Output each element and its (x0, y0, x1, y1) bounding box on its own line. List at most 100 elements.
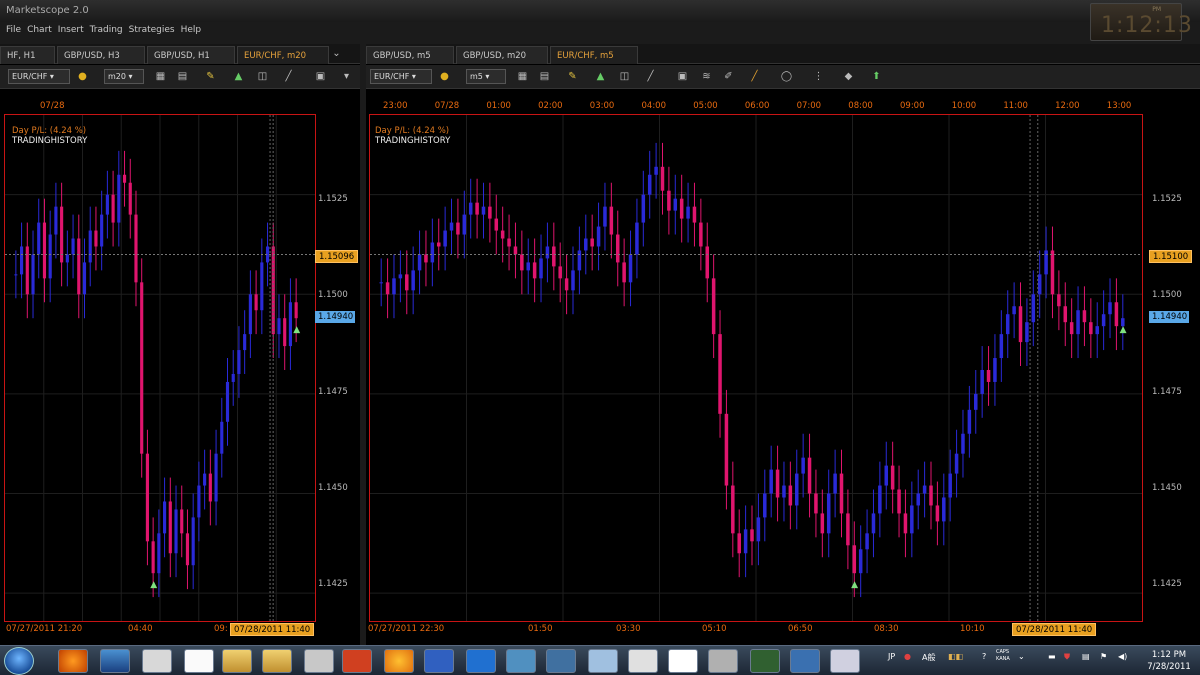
top-time-label: 09:00 (900, 101, 925, 111)
pencil-icon[interactable]: ✎ (566, 70, 579, 83)
taskbar-clock[interactable]: 1:12 PM 7/28/2011 (1140, 649, 1198, 673)
folder-icon[interactable] (222, 649, 252, 673)
trend-line-icon[interactable]: ╱ (748, 70, 761, 83)
app-icon[interactable] (628, 649, 658, 673)
menu-trading[interactable]: Trading (90, 25, 123, 35)
firefox-icon[interactable] (58, 649, 88, 673)
candle-body (922, 485, 927, 494)
zf-icon[interactable] (184, 649, 214, 673)
candle-body (436, 242, 441, 247)
tab-scroll-icon[interactable]: ⌄ (330, 47, 343, 60)
bottom-current-time-box: 07/28/2011 11:40 (1012, 623, 1097, 636)
tab-eurchf-m5[interactable]: EUR/CHF, m5 (550, 46, 638, 64)
candle-body (903, 513, 908, 534)
chart-area-left[interactable]: ▲ ▲ (4, 114, 316, 622)
indicator-icon[interactable]: ▲ (232, 70, 245, 83)
snipping-tool-icon[interactable] (588, 649, 618, 673)
ellipse-icon[interactable]: ◯ (780, 70, 793, 83)
candle-body (1069, 322, 1074, 335)
tab-hf-h1[interactable]: HF, H1 (0, 46, 55, 64)
network-icon[interactable]: ▤ (1082, 652, 1090, 661)
draw-line-icon[interactable]: ╱ (644, 70, 657, 83)
menu-strategies[interactable]: Strategies (129, 25, 175, 35)
timeframe-select[interactable]: m5 ▾ (466, 69, 506, 84)
chart-pane-right: GBP/USD, m5 GBP/USD, m20 EUR/CHF, m5 EUR… (366, 44, 1200, 645)
explorer-icon[interactable] (262, 649, 292, 673)
tab-eurchf-m20[interactable]: EUR/CHF, m20 (237, 46, 329, 64)
start-button[interactable] (4, 647, 34, 675)
timeframe-select[interactable]: m20 ▾ (104, 69, 144, 84)
acrobat-icon[interactable] (342, 649, 372, 673)
help-icon[interactable]: ? (982, 652, 986, 661)
app-icon[interactable] (506, 649, 536, 673)
symbol-select[interactable]: EUR/CHF ▾ (370, 69, 432, 84)
indicator-icon[interactable]: ▲ (594, 70, 607, 83)
toolbox-icon[interactable]: ▣ (676, 70, 689, 83)
candle-body (577, 250, 582, 271)
browser-icon[interactable] (384, 649, 414, 673)
symbol-select[interactable]: EUR/CHF ▾ (8, 69, 70, 84)
tab-gbpusd-m20[interactable]: GBP/USD, m20 (456, 46, 548, 64)
document-icon[interactable] (668, 649, 698, 673)
price-type-icon[interactable]: ● (438, 70, 451, 83)
toolbar-more-icon[interactable]: ▾ (340, 70, 353, 83)
alpari-icon[interactable] (142, 649, 172, 673)
candle-body (667, 190, 671, 211)
tray-icon[interactable]: ▬ (1048, 652, 1056, 661)
app-icon[interactable] (790, 649, 820, 673)
candle-body (763, 493, 767, 518)
fibonacci-icon[interactable]: ≋ (700, 70, 713, 83)
candle-body (910, 505, 914, 534)
ime-toolbar-icon[interactable]: ◧◧ (948, 652, 963, 661)
app-z-icon[interactable] (100, 649, 130, 673)
channel-icon[interactable]: ⋮ (812, 70, 825, 83)
draw-line-icon[interactable]: ╱ (282, 70, 295, 83)
tray-options-icon[interactable]: ⌄ (1018, 652, 1025, 661)
menu-help[interactable]: Help (181, 25, 202, 35)
menu-chart[interactable]: Chart (27, 25, 52, 35)
candle-body (488, 206, 492, 219)
top-time-label: 04:00 (641, 101, 667, 111)
app-icon[interactable] (546, 649, 576, 673)
terminal-icon[interactable] (750, 649, 780, 673)
input-mode-icon[interactable]: A般 (922, 652, 935, 663)
signal-icon[interactable]: ⬆ (870, 70, 883, 83)
toolbox-icon[interactable]: ▣ (314, 70, 327, 83)
tab-gbpusd-h1[interactable]: GBP/USD, H1 (147, 46, 235, 64)
tab-gbpusd-m5[interactable]: GBP/USD, m5 (366, 46, 454, 64)
candle-body (1025, 322, 1029, 343)
oscillator-icon[interactable]: ◫ (256, 70, 269, 83)
tab-gbpusd-h3[interactable]: GBP/USD, H3 (57, 46, 145, 64)
menu-insert[interactable]: Insert (58, 25, 84, 35)
candle-body (782, 485, 786, 498)
app-icon[interactable] (466, 649, 496, 673)
paint-icon[interactable] (830, 649, 860, 673)
pencil-icon[interactable]: ✎ (204, 70, 217, 83)
top-time-label: 03:00 (589, 101, 615, 111)
action-center-icon[interactable]: ⚑ (1100, 652, 1107, 661)
pen-icon[interactable]: ✐ (722, 70, 735, 83)
top-time-label: 08:00 (848, 101, 873, 111)
bar-type-icon[interactable]: ▤ (176, 70, 189, 83)
candle-body (417, 254, 422, 271)
candle-body (737, 533, 741, 554)
eraser-icon[interactable]: ◆ (842, 70, 855, 83)
chart-type-icon[interactable]: ▦ (516, 70, 529, 83)
chart-type-icon[interactable]: ▦ (154, 70, 167, 83)
media-player-icon[interactable] (424, 649, 454, 673)
disc-icon[interactable] (708, 649, 738, 673)
candle-body (203, 473, 207, 486)
calculator-icon[interactable] (304, 649, 334, 673)
security-icon[interactable]: ⛊ (1064, 652, 1070, 662)
price-type-icon[interactable]: ● (76, 70, 89, 83)
tab-strip-right: GBP/USD, m5 GBP/USD, m20 EUR/CHF, m5 (366, 44, 1200, 64)
volume-icon[interactable]: ◀) (1118, 652, 1127, 661)
menu-file[interactable]: File (6, 25, 21, 35)
chart-area-right[interactable]: ▲ ▲ (369, 114, 1143, 622)
candle-body (788, 485, 793, 506)
ime-icon[interactable]: ● (904, 652, 911, 661)
bottom-current-time-box: 07/28/2011 11:40 (230, 623, 315, 636)
bar-type-icon[interactable]: ▤ (538, 70, 551, 83)
language-indicator[interactable]: JP (888, 652, 895, 661)
oscillator-icon[interactable]: ◫ (618, 70, 631, 83)
